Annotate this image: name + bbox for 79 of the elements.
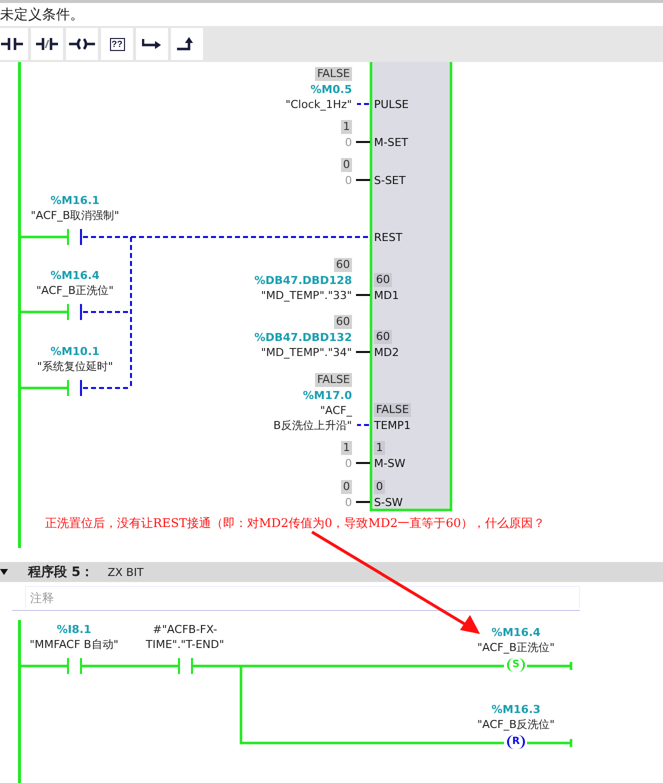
monitor-value: 0 — [341, 480, 352, 494]
monitor-value: 1 — [374, 441, 385, 455]
operand-tag: "ACF_B取消强制" — [30, 208, 120, 223]
operand-tag: #"ACFB-FX- — [152, 622, 218, 637]
pin-label: PULSE — [374, 97, 409, 112]
operand-address: %M17.0 — [302, 388, 352, 403]
network-name: ZX BIT — [108, 566, 144, 578]
collapse-icon[interactable] — [0, 569, 8, 575]
monitor-value: FALSE — [315, 373, 352, 387]
operand-value: 0 — [345, 495, 352, 510]
operand-address: %I8.1 — [56, 622, 92, 637]
pin-label: REST — [374, 230, 402, 245]
operand-address: %M16.3 — [491, 702, 541, 717]
monitor-value: 1 — [341, 120, 352, 134]
operand-value: 0 — [345, 135, 352, 150]
network-title: 程序段 5： — [28, 564, 94, 581]
wire — [356, 294, 370, 296]
operand-tag: TIME"."T-END" — [146, 637, 224, 652]
monitor-value: 0 — [374, 480, 385, 494]
monitor-value: 60 — [334, 258, 352, 272]
wire — [356, 462, 370, 464]
operand-tag: "MD_TEMP"."33" — [261, 288, 352, 303]
operand-tag: "ACF_ — [320, 403, 352, 418]
pin-label: S-SET — [374, 173, 406, 188]
operand-address: %M0.5 — [310, 82, 352, 97]
wire — [526, 738, 572, 748]
operand-value: 0 — [345, 173, 352, 188]
jump-button[interactable] — [136, 28, 168, 60]
pin-label: M-SW — [374, 456, 406, 471]
operand-tag: "MMFACF B自动" — [30, 637, 118, 652]
operand-address: %M10.1 — [50, 344, 100, 359]
monitor-value: 60 — [334, 315, 352, 329]
wire — [526, 660, 572, 672]
operand-address: %M16.4 — [491, 625, 541, 640]
wire — [20, 386, 67, 390]
condition-text: 未定义条件。 — [0, 6, 84, 24]
return-button[interactable] — [171, 28, 203, 60]
pin-label: MD2 — [374, 345, 399, 360]
coil-button[interactable] — [66, 28, 98, 60]
wire — [356, 501, 370, 503]
jump-arrow-icon — [142, 38, 162, 50]
annotation-text: 正洗置位后，没有让REST接通（即：对MD2传值为0，导致MD2一直等于60），什么原因？ — [45, 515, 546, 532]
monitor-value: 60 — [374, 273, 392, 287]
monitor-value: 0 — [341, 158, 352, 172]
pin-label: M-SET — [374, 135, 408, 150]
negated-contact-button[interactable] — [31, 28, 63, 60]
monitor-value: 60 — [374, 330, 392, 344]
wire — [20, 310, 67, 314]
operand-address: %M16.1 — [50, 193, 100, 208]
coil-icon — [69, 38, 95, 50]
pin-label: TEMP1 — [374, 418, 411, 433]
coil: S — [507, 658, 525, 672]
operand-tag: B反洗位上升沿" — [273, 418, 352, 433]
wire — [356, 351, 370, 353]
operand-address: %DB47.DBD132 — [254, 330, 352, 345]
operand-tag: "ACF_B反洗位" — [477, 717, 555, 732]
operand-tag: "MD_TEMP"."34" — [261, 345, 352, 360]
operand-value: 0 — [345, 456, 352, 471]
contact-icon — [1, 38, 23, 50]
operand-address: %M16.4 — [50, 268, 100, 283]
operand-tag: "Clock_1Hz" — [285, 97, 352, 112]
operand-tag: "ACF_B正洗位" — [36, 283, 114, 298]
operand-tag: "ACF_B正洗位" — [477, 640, 555, 655]
coil: R — [507, 735, 525, 749]
pin-label: MD1 — [374, 288, 399, 303]
monitor-value: FALSE — [315, 67, 352, 81]
contact-button[interactable] — [0, 28, 28, 60]
operand-address: %DB47.DBD128 — [254, 273, 352, 288]
wire — [20, 664, 67, 668]
empty-box-button[interactable]: ?? — [101, 28, 133, 60]
comment-field[interactable]: 注释 — [25, 586, 580, 608]
negated-contact-icon — [36, 38, 58, 50]
pin-label: S-SW — [374, 495, 403, 510]
monitor-value: FALSE — [374, 403, 411, 417]
wire — [20, 236, 67, 238]
wire — [356, 141, 370, 143]
monitor-value: 1 — [341, 441, 352, 455]
operand-tag: "系统复位延时" — [36, 359, 114, 374]
wire — [356, 179, 370, 181]
